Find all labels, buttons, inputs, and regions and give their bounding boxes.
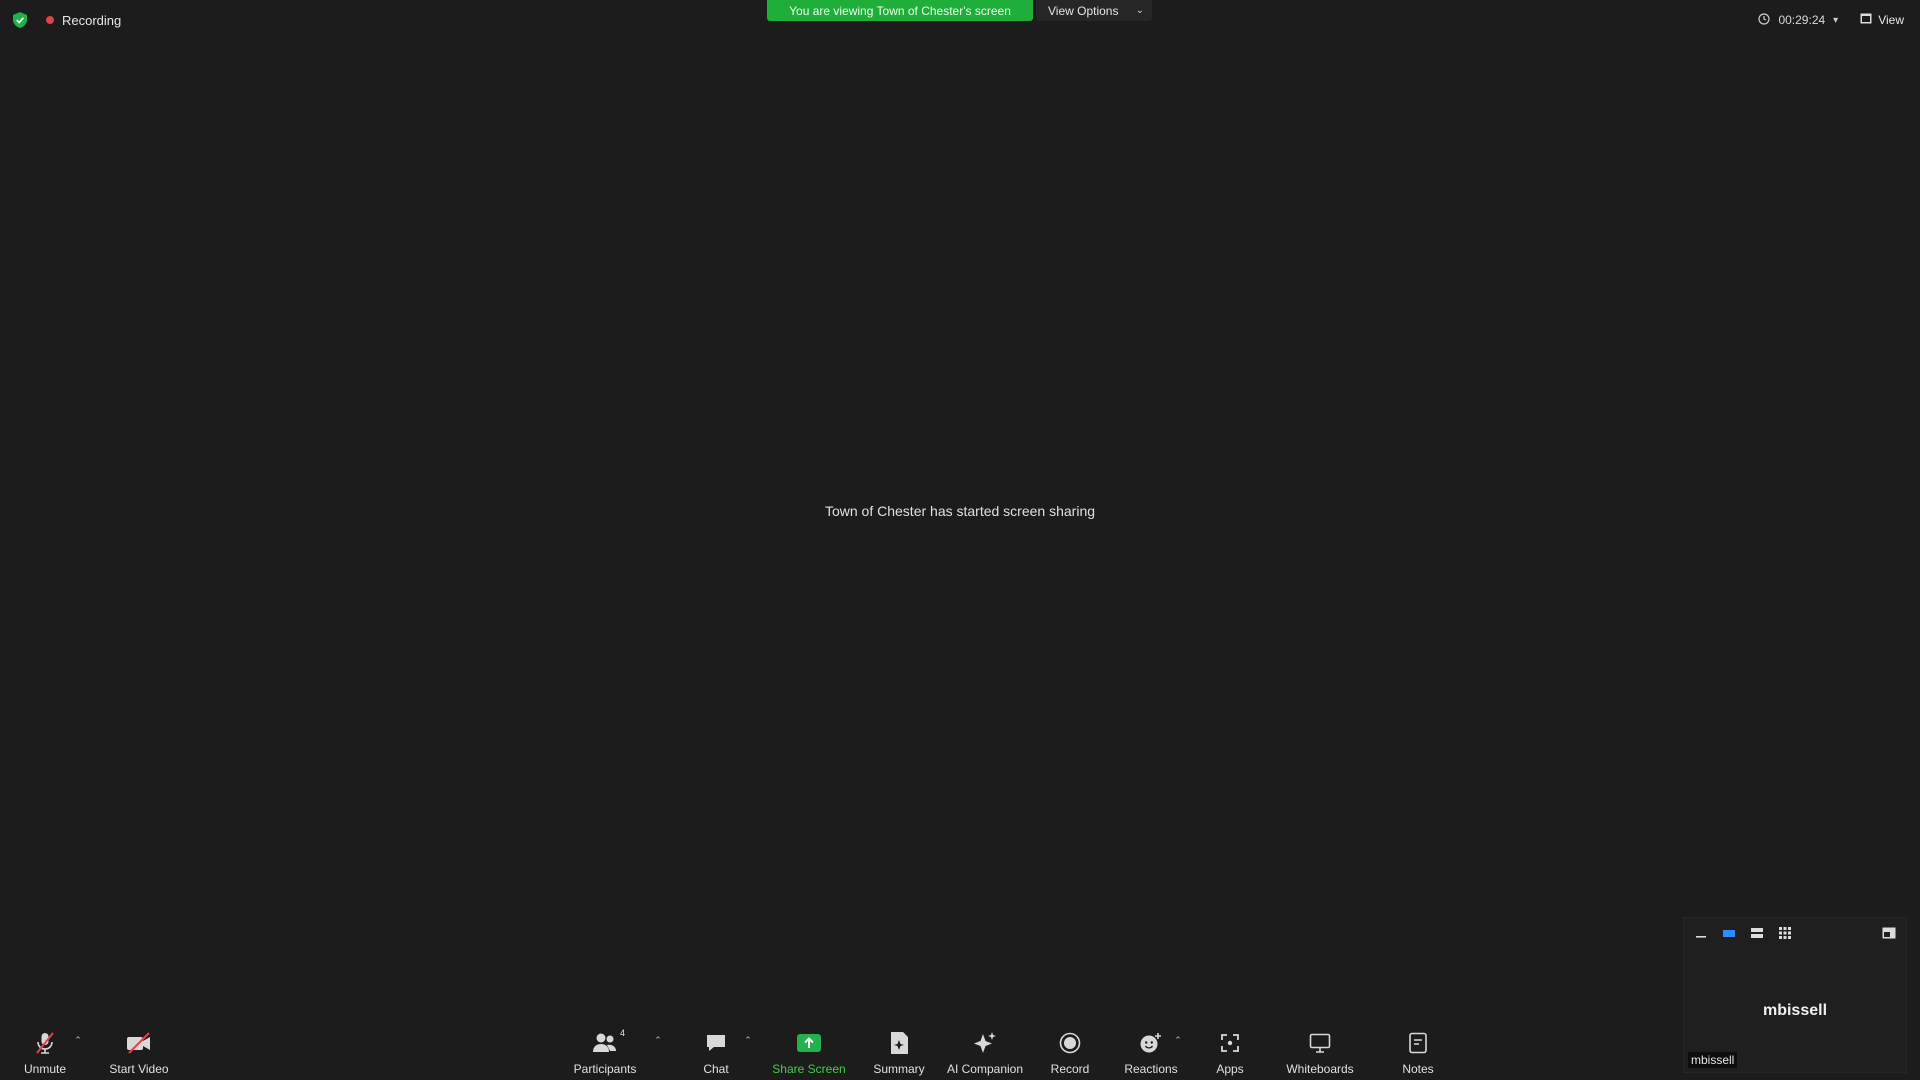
top-left-status: Recording xyxy=(12,10,121,30)
chat-button[interactable]: Chat xyxy=(696,1030,736,1078)
view-button[interactable]: View xyxy=(1860,13,1904,27)
apps-label: Apps xyxy=(1216,1062,1244,1076)
active-speaker-icon[interactable] xyxy=(1720,924,1738,942)
view-options-button[interactable]: View Options ⌄ xyxy=(1036,0,1152,21)
shield-check-icon[interactable] xyxy=(12,11,28,29)
chat-label: Chat xyxy=(703,1062,729,1076)
chat-bubble-icon xyxy=(702,1030,730,1056)
ai-companion-button[interactable]: AI Companion xyxy=(944,1030,1026,1078)
start-video-button[interactable]: Start Video xyxy=(104,1030,174,1078)
people-icon: 4 xyxy=(591,1028,625,1056)
apps-button[interactable]: Apps xyxy=(1210,1030,1250,1078)
notes-button[interactable]: Notes xyxy=(1396,1030,1440,1078)
viewing-screen-banner: You are viewing Town of Chester's screen xyxy=(767,0,1033,21)
participant-name: mbissell xyxy=(1762,1002,1828,1019)
chevron-down-icon[interactable]: ▾ xyxy=(1833,15,1838,26)
meeting-window: Recording You are viewing Town of Cheste… xyxy=(0,0,1920,1080)
recording-indicator[interactable]: Recording xyxy=(46,13,121,28)
notes-label: Notes xyxy=(1402,1062,1434,1076)
chevron-down-icon: ⌄ xyxy=(1135,5,1144,16)
meeting-timer[interactable]: 00:29:24 ▾ xyxy=(1758,12,1838,28)
share-screen-icon xyxy=(795,1030,823,1056)
record-icon xyxy=(1056,1030,1084,1056)
meeting-toolbar: Unmute ⌃ Start Video 4 Participants ⌃ Ch… xyxy=(0,1024,1920,1080)
share-screen-label: Share Screen xyxy=(772,1062,846,1076)
minimize-icon[interactable] xyxy=(1692,924,1710,942)
pop-out-icon[interactable] xyxy=(1880,924,1898,942)
strip-view-icon[interactable] xyxy=(1748,924,1766,942)
apps-icon xyxy=(1216,1030,1244,1056)
recording-dot-icon xyxy=(46,16,54,24)
gallery-view-icon[interactable] xyxy=(1776,924,1794,942)
ai-companion-label: AI Companion xyxy=(946,1062,1024,1076)
whiteboards-label: Whiteboards xyxy=(1286,1062,1354,1076)
whiteboard-icon xyxy=(1306,1030,1334,1056)
sparkle-icon xyxy=(971,1030,999,1056)
camera-off-icon xyxy=(125,1030,153,1056)
view-label: View xyxy=(1878,13,1904,27)
start-video-label: Start Video xyxy=(109,1062,169,1076)
record-label: Record xyxy=(1050,1062,1090,1076)
participants-caret-icon[interactable]: ⌃ xyxy=(652,1034,664,1046)
share-screen-button[interactable]: Share Screen xyxy=(770,1030,848,1078)
summary-doc-icon xyxy=(885,1030,913,1056)
participants-count: 4 xyxy=(619,1028,625,1038)
recording-label: Recording xyxy=(62,12,122,28)
thumbnail-toolbar xyxy=(1684,918,1906,948)
unmute-button[interactable]: Unmute xyxy=(20,1030,70,1078)
grid-view-icon xyxy=(1860,13,1872,27)
microphone-muted-icon xyxy=(31,1030,59,1056)
top-right-controls: 00:29:24 ▾ View xyxy=(1758,10,1904,30)
reactions-label: Reactions xyxy=(1124,1062,1178,1076)
notes-icon xyxy=(1404,1030,1432,1056)
timer-value: 00:29:24 xyxy=(1778,13,1826,27)
chat-caret-icon[interactable]: ⌃ xyxy=(742,1034,754,1046)
banner-text: You are viewing Town of Chester's screen xyxy=(789,3,1011,18)
unmute-label: Unmute xyxy=(23,1062,67,1076)
audio-options-caret-icon[interactable]: ⌃ xyxy=(72,1034,84,1046)
reactions-caret-icon[interactable]: ⌃ xyxy=(1172,1034,1184,1046)
view-options-label: View Options xyxy=(1048,3,1119,18)
whiteboards-button[interactable]: Whiteboards xyxy=(1282,1030,1358,1078)
record-button[interactable]: Record xyxy=(1046,1030,1094,1078)
summary-button[interactable]: Summary xyxy=(868,1030,930,1078)
emoji-plus-icon xyxy=(1137,1030,1165,1056)
participants-label: Participants xyxy=(573,1062,637,1076)
clock-icon xyxy=(1758,12,1771,28)
summary-label: Summary xyxy=(873,1062,925,1076)
participants-button[interactable]: 4 Participants xyxy=(572,1028,638,1078)
screen-share-status: Town of Chester has started screen shari… xyxy=(824,503,1096,519)
